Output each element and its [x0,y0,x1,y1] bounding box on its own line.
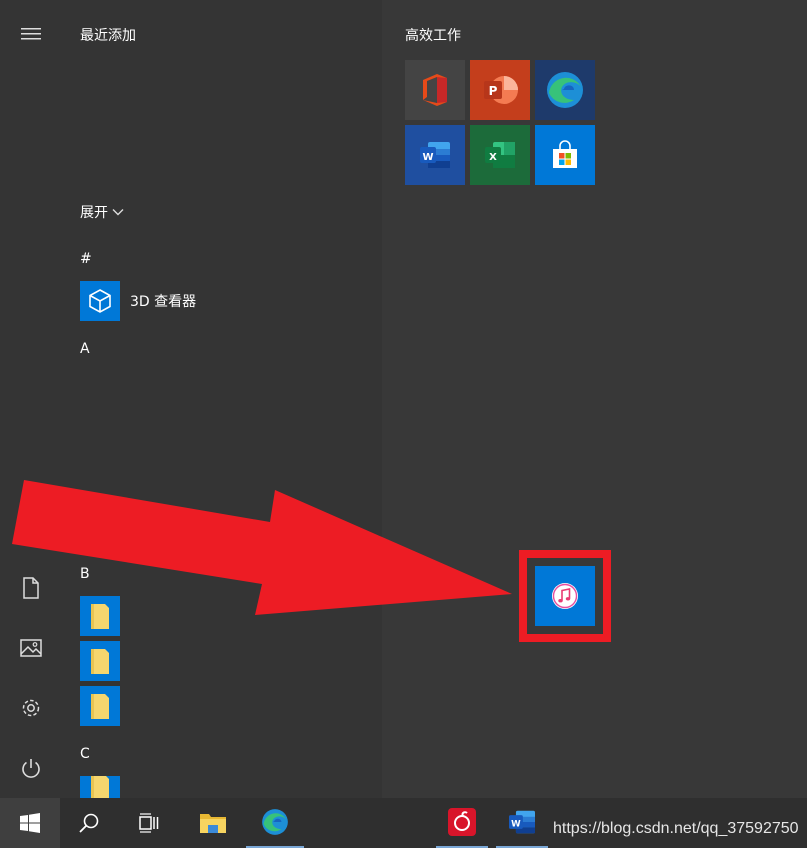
app-icon-tile [80,641,120,681]
task-view-button[interactable] [120,798,178,848]
folder-icon [91,649,109,674]
app-icon-tile [80,281,120,321]
group-letter-hash[interactable]: # [80,251,92,267]
edge-icon [547,72,583,108]
folder-icon [91,776,109,798]
tile-word[interactable]: W [405,125,465,185]
expand-menu-button[interactable] [0,4,62,64]
search-button[interactable] [60,798,118,848]
tile-excel[interactable]: X [470,125,530,185]
tile-store[interactable] [535,125,595,185]
taskbar-word-button[interactable]: W [496,798,548,848]
taskbar-edge-button[interactable] [246,798,304,848]
itunes-icon [552,583,578,609]
cube-icon [89,289,111,313]
word-icon: W [509,810,535,834]
group-letter-a[interactable]: A [80,341,90,357]
recently-added-heading: 最近添加 [80,28,136,44]
word-icon: W [420,142,450,168]
app-label: 3D 查看器 [130,294,197,310]
svg-text:X: X [489,152,497,163]
expand-button[interactable]: 展开 [80,202,124,222]
svg-text:W: W [422,152,433,163]
edge-icon [262,809,288,835]
expand-label: 展开 [80,205,108,221]
pictures-icon [20,639,42,657]
power-button[interactable] [0,738,62,798]
watermark-url: https://blog.csdn.net/qq_37592750 [553,820,799,837]
tile-office[interactable] [405,60,465,120]
chevron-down-icon [112,209,124,216]
svg-text:W: W [511,819,521,829]
file-explorer-button[interactable] [184,798,242,848]
tile-itunes[interactable] [535,566,595,626]
start-left-rail [0,0,62,798]
start-button[interactable] [0,798,60,848]
start-icon [20,813,40,833]
app-list-panel: 最近添加 展开 # 3D 查看器 A B C [62,0,382,798]
app-item-3d-viewer[interactable]: 3D 查看器 [80,281,196,321]
excel-icon: X [485,142,515,168]
taskbar-netease-music-button[interactable] [436,798,488,848]
search-icon [79,813,99,833]
tile-edge[interactable] [535,60,595,120]
tile-group-title: 高效工作 [405,28,461,44]
settings-icon [22,699,40,717]
app-item-folder[interactable] [80,686,120,726]
file-explorer-icon [200,814,226,833]
tiles-panel: 高效工作 P W X [382,0,807,798]
app-icon-tile [80,776,120,798]
red-arrow-annotation [12,480,512,615]
app-item-folder[interactable] [80,776,120,798]
group-letter-c[interactable]: C [80,746,90,762]
taskbar: W https://blog.csdn.net/qq_37592750 [0,798,807,848]
settings-button[interactable] [0,678,62,738]
store-icon [553,140,577,168]
folder-icon [91,694,109,719]
task-view-icon [139,813,159,833]
power-icon [22,759,40,778]
office-icon [423,74,447,106]
hamburger-icon [21,28,41,40]
powerpoint-icon: P [484,76,518,104]
tile-powerpoint[interactable]: P [470,60,530,120]
app-icon-tile [80,686,120,726]
netease-music-icon [448,808,476,836]
app-item-folder[interactable] [80,641,120,681]
svg-text:P: P [489,84,498,98]
